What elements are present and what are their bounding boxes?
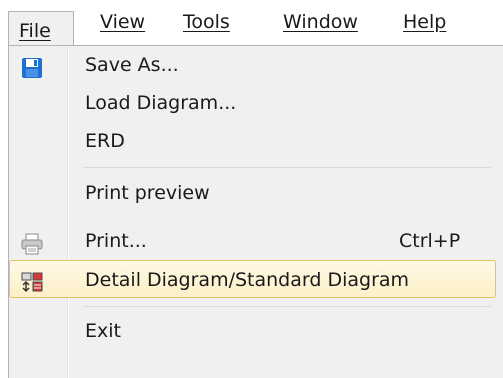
menu-item-exit[interactable]: Exit	[9, 312, 496, 350]
menu-tools[interactable]: Tools	[183, 11, 230, 46]
menu-help-label: Help	[403, 11, 447, 33]
menu-window[interactable]: Window	[283, 11, 358, 46]
menu-item-save-as[interactable]: Save As...	[9, 46, 496, 84]
menu-item-label: ERD	[85, 130, 125, 152]
menu-separator	[83, 167, 491, 168]
menu-item-print-preview[interactable]: Print preview	[9, 174, 496, 212]
menu-item-print[interactable]: Print... Ctrl+P	[9, 222, 496, 260]
menu-file-label: File	[19, 20, 51, 42]
menu-file[interactable]: File	[8, 11, 74, 46]
menu-view[interactable]: View	[100, 11, 145, 46]
menu-item-label: Print...	[85, 230, 147, 252]
menu-item-label: Print preview	[85, 182, 210, 204]
menu-item-label: Save As...	[85, 54, 179, 76]
menu-help[interactable]: Help	[403, 11, 446, 46]
file-dropdown-menu: Save As... Load Diagram... ERD Print pre…	[8, 45, 503, 378]
menu-item-label: Exit	[85, 320, 121, 342]
menu-item-label: Load Diagram...	[85, 92, 237, 114]
menu-separator	[83, 306, 491, 307]
menu-item-load-diagram[interactable]: Load Diagram...	[9, 84, 496, 122]
menu-item-shortcut: Ctrl+P	[399, 230, 461, 252]
menu-view-label: View	[100, 11, 146, 33]
menu-tools-label: Tools	[183, 11, 230, 33]
menu-window-label: Window	[283, 11, 358, 33]
detail-diagram-icon	[21, 268, 43, 293]
menu-item-erd[interactable]: ERD	[9, 122, 496, 160]
menu-item-label: Detail Diagram/Standard Diagram	[85, 269, 410, 291]
menu-item-detail-standard-diagram[interactable]: Detail Diagram/Standard Diagram	[9, 260, 496, 298]
menu-bar: File View Tools Window Help	[0, 0, 503, 46]
printer-icon	[21, 230, 43, 255]
floppy-disk-icon	[21, 54, 43, 78]
